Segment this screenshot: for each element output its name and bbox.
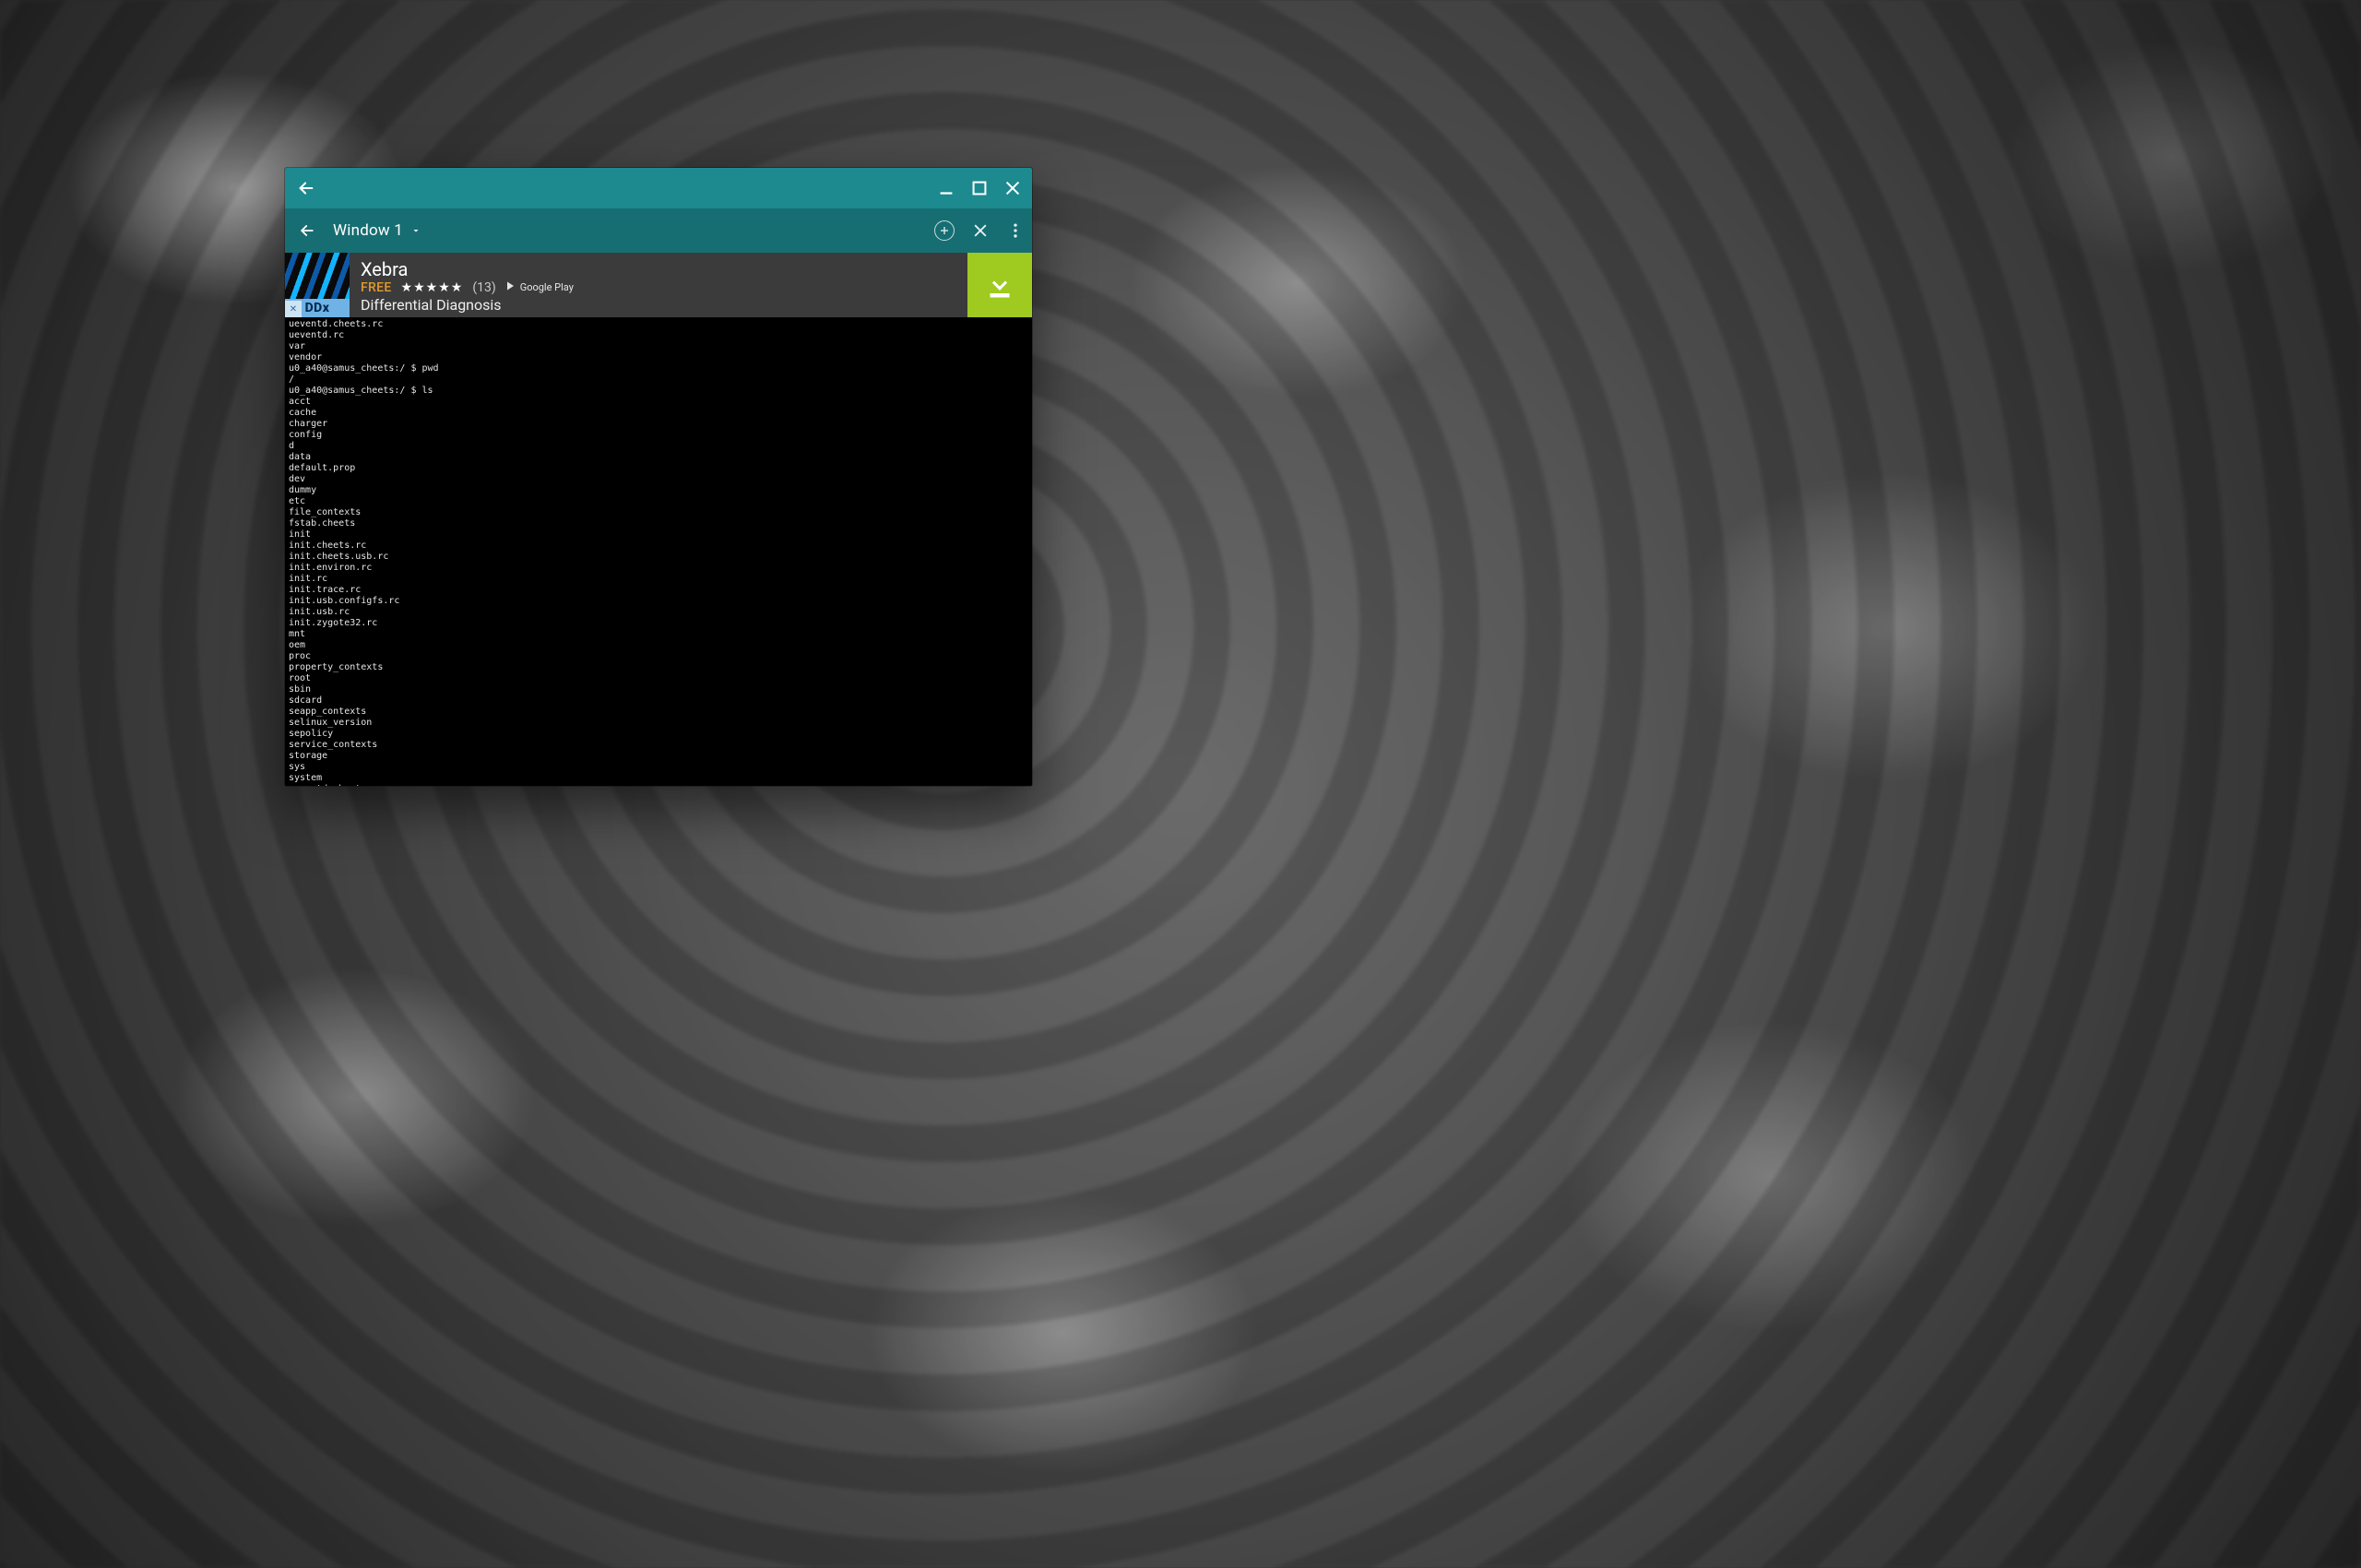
new-tab-button[interactable] xyxy=(934,220,955,241)
ad-subtitle: Differential Diagnosis xyxy=(361,296,956,314)
maximize-button[interactable] xyxy=(969,178,990,198)
chevron-down-icon xyxy=(410,225,421,236)
ad-rating-stars: ★★★★★ xyxy=(401,280,464,295)
ad-body: Xebra FREE ★★★★★ (13) Google Play Differ… xyxy=(350,253,967,317)
ad-rating-count: (13) xyxy=(472,280,495,295)
toolbar-back-button[interactable] xyxy=(298,221,316,240)
download-icon xyxy=(983,268,1016,302)
shell-back-button[interactable] xyxy=(296,178,316,198)
ad-banner[interactable]: DDx ✕ Xebra FREE ★★★★★ (13) Google Play … xyxy=(285,253,1032,317)
overflow-menu-button[interactable] xyxy=(1006,221,1025,240)
minimize-button[interactable] xyxy=(936,178,956,198)
ad-thumb: DDx ✕ xyxy=(285,253,350,317)
ad-price: FREE xyxy=(361,280,392,295)
google-play-label: Google Play xyxy=(520,281,574,293)
terminal-output[interactable]: ueventd.cheets.rc ueventd.rc var vendor … xyxy=(285,317,1032,786)
ad-title: Xebra xyxy=(361,259,956,279)
shell-titlebar xyxy=(285,168,1032,208)
window-title-dropdown[interactable]: Window 1 xyxy=(333,221,421,240)
google-play-icon xyxy=(505,280,516,294)
close-tab-button[interactable] xyxy=(971,221,990,240)
app-toolbar: Window 1 xyxy=(285,208,1032,253)
ad-download-button[interactable] xyxy=(967,253,1032,317)
ad-close-icon[interactable]: ✕ xyxy=(285,301,302,317)
close-button[interactable] xyxy=(1003,178,1023,198)
window-title-label: Window 1 xyxy=(333,221,403,240)
google-play-badge: Google Play xyxy=(505,280,574,294)
app-window: Window 1 DDx ✕ Xebra F xyxy=(285,168,1032,786)
